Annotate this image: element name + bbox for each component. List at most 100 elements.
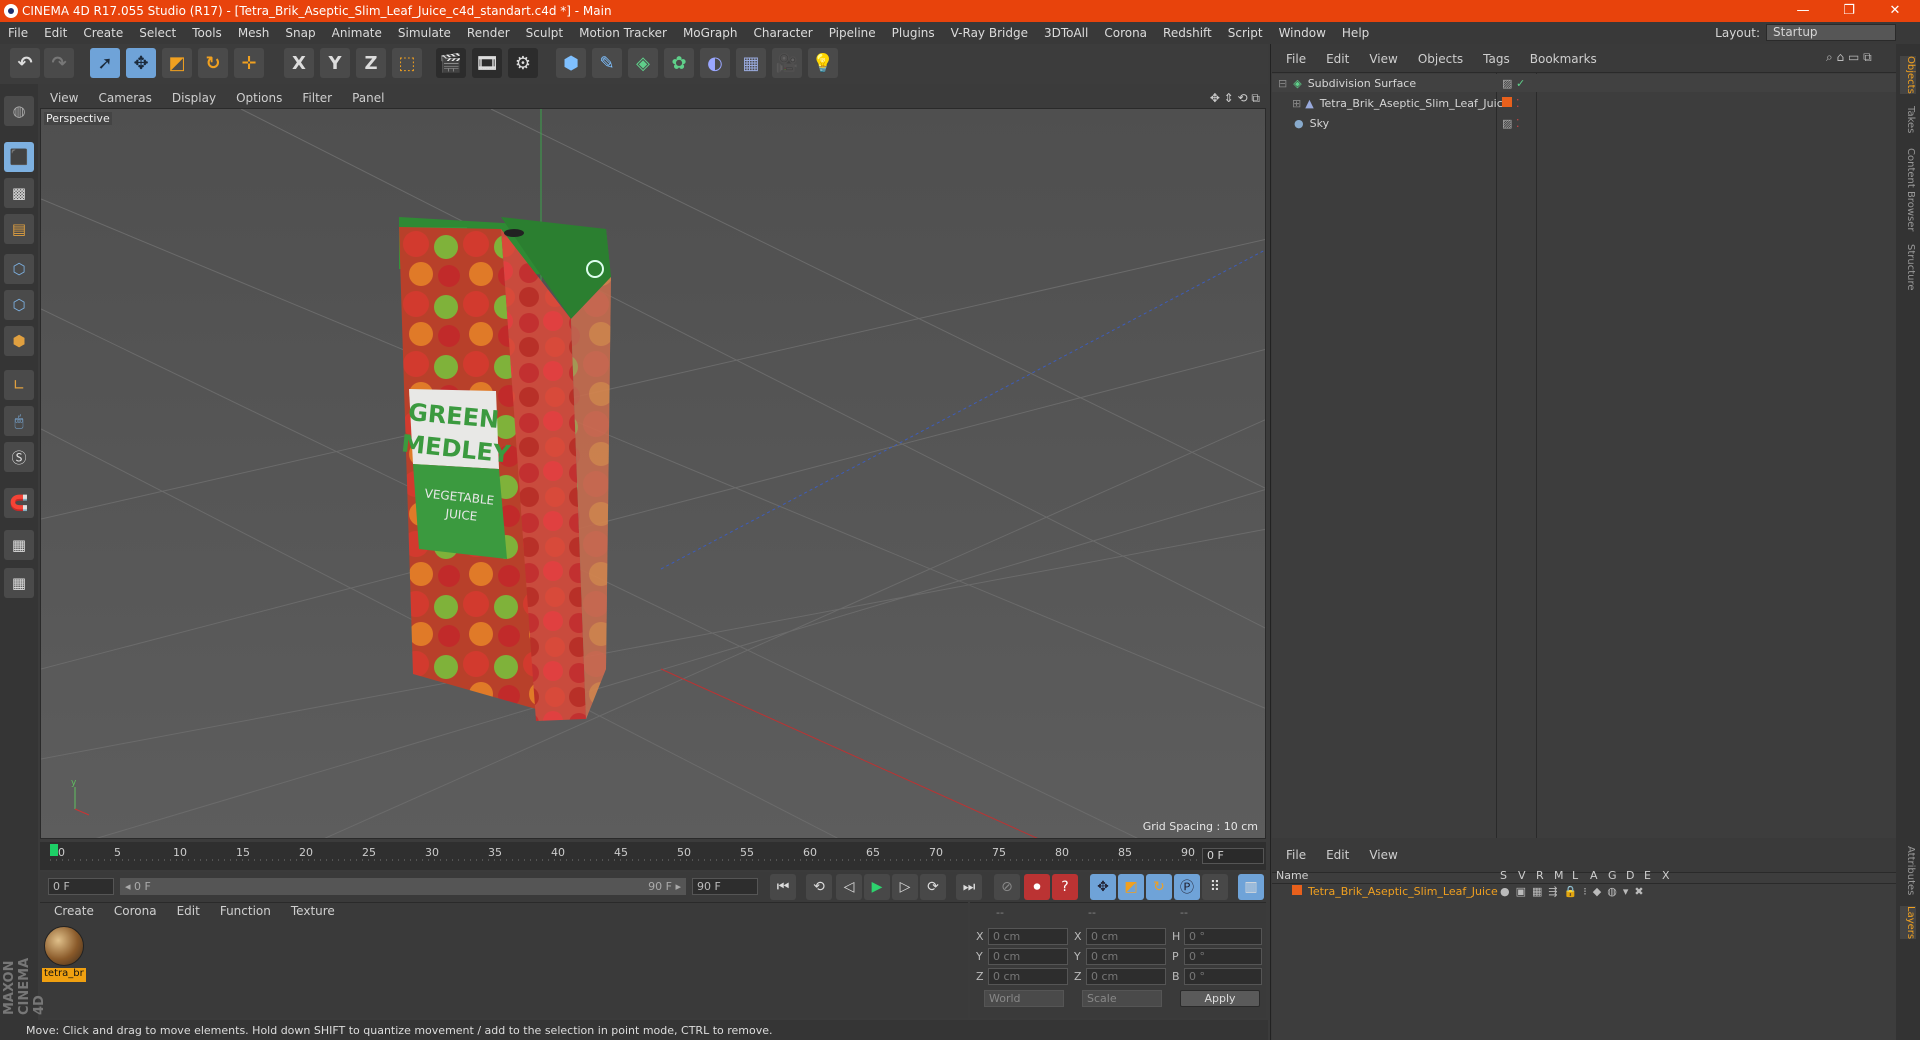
visibility-dots-icon[interactable]: ⁚ — [1516, 117, 1520, 130]
model-mode-icon[interactable]: ⬛ — [4, 142, 34, 172]
col-render[interactable]: R — [1536, 869, 1544, 882]
goto-end-icon[interactable]: ⏭ — [956, 874, 982, 900]
objects-menu-bookmarks[interactable]: Bookmarks — [1520, 52, 1607, 66]
rotate-tool-icon[interactable]: ↻ — [198, 48, 228, 78]
redo-icon[interactable]: ↷ — [44, 48, 74, 78]
menu-corona[interactable]: Corona — [1096, 26, 1155, 40]
menu-file[interactable]: File — [0, 26, 36, 40]
coord-size-x-field[interactable]: 0 cm — [1086, 928, 1166, 945]
restore-button[interactable]: ❐ — [1826, 0, 1872, 22]
menu-render[interactable]: Render — [459, 26, 518, 40]
y-axis-lock-button[interactable]: Y — [320, 48, 350, 78]
live-selection-icon[interactable]: ➚ — [90, 48, 120, 78]
workplane-lock-icon[interactable]: ▦ — [4, 530, 34, 560]
viewport-menu-filter[interactable]: Filter — [292, 91, 342, 105]
material-name-label[interactable]: tetra_br — [42, 968, 86, 982]
tab-takes[interactable]: Takes — [1900, 106, 1916, 133]
objects-menu-edit[interactable]: Edit — [1316, 52, 1359, 66]
undo-icon[interactable]: ↶ — [10, 48, 40, 78]
key-scale-icon[interactable]: ◩ — [1118, 874, 1144, 900]
coord-rot-h-field[interactable]: 0 ° — [1184, 928, 1262, 945]
menu-mesh[interactable]: Mesh — [230, 26, 278, 40]
material-menu-function[interactable]: Function — [210, 904, 281, 918]
play-icon[interactable]: ▶ — [864, 874, 890, 900]
cloner-icon[interactable]: ✿ — [664, 48, 694, 78]
layers-menu-file[interactable]: File — [1276, 848, 1316, 862]
objects-menu-tags[interactable]: Tags — [1473, 52, 1520, 66]
tree-collapse-icon[interactable]: ⊟ — [1278, 77, 1287, 90]
col-generators[interactable]: G — [1608, 869, 1617, 882]
minimize-button[interactable]: — — [1780, 0, 1826, 22]
camera-icon[interactable]: 🎥 — [772, 48, 802, 78]
tab-objects[interactable]: Objects — [1900, 56, 1916, 94]
menu-3dtoall[interactable]: 3DToAll — [1036, 26, 1096, 40]
tab-attributes[interactable]: Attributes — [1900, 846, 1916, 895]
material-menu-corona[interactable]: Corona — [104, 904, 167, 918]
menu-create[interactable]: Create — [75, 26, 131, 40]
axis-mode-icon[interactable]: ∟ — [4, 370, 34, 400]
viewport-nav-icons[interactable]: ✥ ⇕ ⟲ ⧉ — [1210, 91, 1260, 106]
current-frame-field[interactable]: 0 F — [1202, 848, 1264, 864]
menu-edit[interactable]: Edit — [36, 26, 75, 40]
menu-animate[interactable]: Animate — [324, 26, 390, 40]
coord-rot-b-field[interactable]: 0 ° — [1184, 968, 1262, 985]
coord-size-z-field[interactable]: 0 cm — [1086, 968, 1166, 985]
points-mode-icon[interactable]: ⬡ — [4, 254, 34, 284]
close-button[interactable]: ✕ — [1872, 0, 1918, 22]
key-position-icon[interactable]: ✥ — [1090, 874, 1116, 900]
objects-menu-view[interactable]: View — [1359, 52, 1407, 66]
menu-character[interactable]: Character — [745, 26, 820, 40]
render-settings-icon[interactable]: ⚙ — [508, 48, 538, 78]
coord-size-y-field[interactable]: 0 cm — [1086, 948, 1166, 965]
light-icon[interactable]: 💡 — [808, 48, 838, 78]
menu-mograph[interactable]: MoGraph — [675, 26, 746, 40]
material-menu-texture[interactable]: Texture — [281, 904, 345, 918]
layer-toggle-icon[interactable]: ▨ — [1502, 77, 1512, 90]
menu-pipeline[interactable]: Pipeline — [821, 26, 884, 40]
menu-vray-bridge[interactable]: V-Ray Bridge — [943, 26, 1036, 40]
col-view[interactable]: V — [1518, 869, 1526, 882]
col-deformers[interactable]: D — [1626, 869, 1634, 882]
enable-check-icon[interactable]: ✓ — [1516, 77, 1525, 90]
coordinate-system-icon[interactable]: ⬚ — [392, 48, 422, 78]
spline-pen-icon[interactable]: ✎ — [592, 48, 622, 78]
edges-mode-icon[interactable]: ⬡ — [4, 290, 34, 320]
layer-color-swatch[interactable] — [1292, 884, 1302, 898]
menu-select[interactable]: Select — [131, 26, 184, 40]
coord-pos-y-field[interactable]: 0 cm — [988, 948, 1068, 965]
subdivision-surface-icon[interactable]: ◈ — [628, 48, 658, 78]
tab-content-browser[interactable]: Content Browser — [1900, 148, 1916, 231]
make-editable-icon[interactable]: ◍ — [4, 96, 34, 126]
menu-simulate[interactable]: Simulate — [390, 26, 459, 40]
layer-flags-icons[interactable]: ●▣▦⇶🔒⁝◆◍▾✖ — [1500, 885, 1650, 898]
object-row-sky[interactable]: ● Sky ▨ ⁚ — [1272, 114, 1896, 132]
floor-icon[interactable]: ▦ — [736, 48, 766, 78]
viewport-camera-label[interactable]: Perspective — [44, 112, 112, 125]
juice-carton-model[interactable]: GREEN MEDLEY VEGETABLE JUICE — [399, 217, 611, 721]
autokey-icon[interactable]: ⏺ — [1024, 874, 1050, 900]
prev-key-icon[interactable]: ⟲ — [806, 874, 832, 900]
col-animation[interactable]: A — [1590, 869, 1598, 882]
menu-snap[interactable]: Snap — [277, 26, 323, 40]
coord-rot-p-field[interactable]: 0 ° — [1184, 948, 1262, 965]
viewport-menu-display[interactable]: Display — [162, 91, 226, 105]
tweak-mode-icon[interactable]: 🖱 — [4, 406, 34, 436]
visibility-dots-icon[interactable]: ⁚ — [1516, 97, 1520, 110]
move-tool-icon[interactable]: ✥ — [126, 48, 156, 78]
start-frame-field[interactable]: 0 F — [48, 878, 114, 895]
layers-menu-view[interactable]: View — [1359, 848, 1407, 862]
solo-mode-icon[interactable]: Ⓢ — [4, 442, 34, 472]
menu-sculpt[interactable]: Sculpt — [518, 26, 571, 40]
layer-name-column[interactable]: Name — [1276, 869, 1308, 882]
key-parameter-icon[interactable]: Ⓟ — [1174, 874, 1200, 900]
col-manager[interactable]: M — [1554, 869, 1564, 882]
material-menu-edit[interactable]: Edit — [167, 904, 210, 918]
scale-tool-icon[interactable]: ◩ — [162, 48, 192, 78]
coord-pos-z-field[interactable]: 0 cm — [988, 968, 1068, 985]
cube-primitive-icon[interactable]: ⬢ — [556, 48, 586, 78]
timeline-ruler[interactable] — [40, 842, 1266, 870]
timeline-window-icon[interactable]: ▥ — [1238, 874, 1264, 900]
tree-expand-icon[interactable]: ⊞ — [1292, 97, 1301, 110]
key-pla-icon[interactable]: ⠿ — [1202, 874, 1228, 900]
coord-pos-x-field[interactable]: 0 cm — [988, 928, 1068, 945]
